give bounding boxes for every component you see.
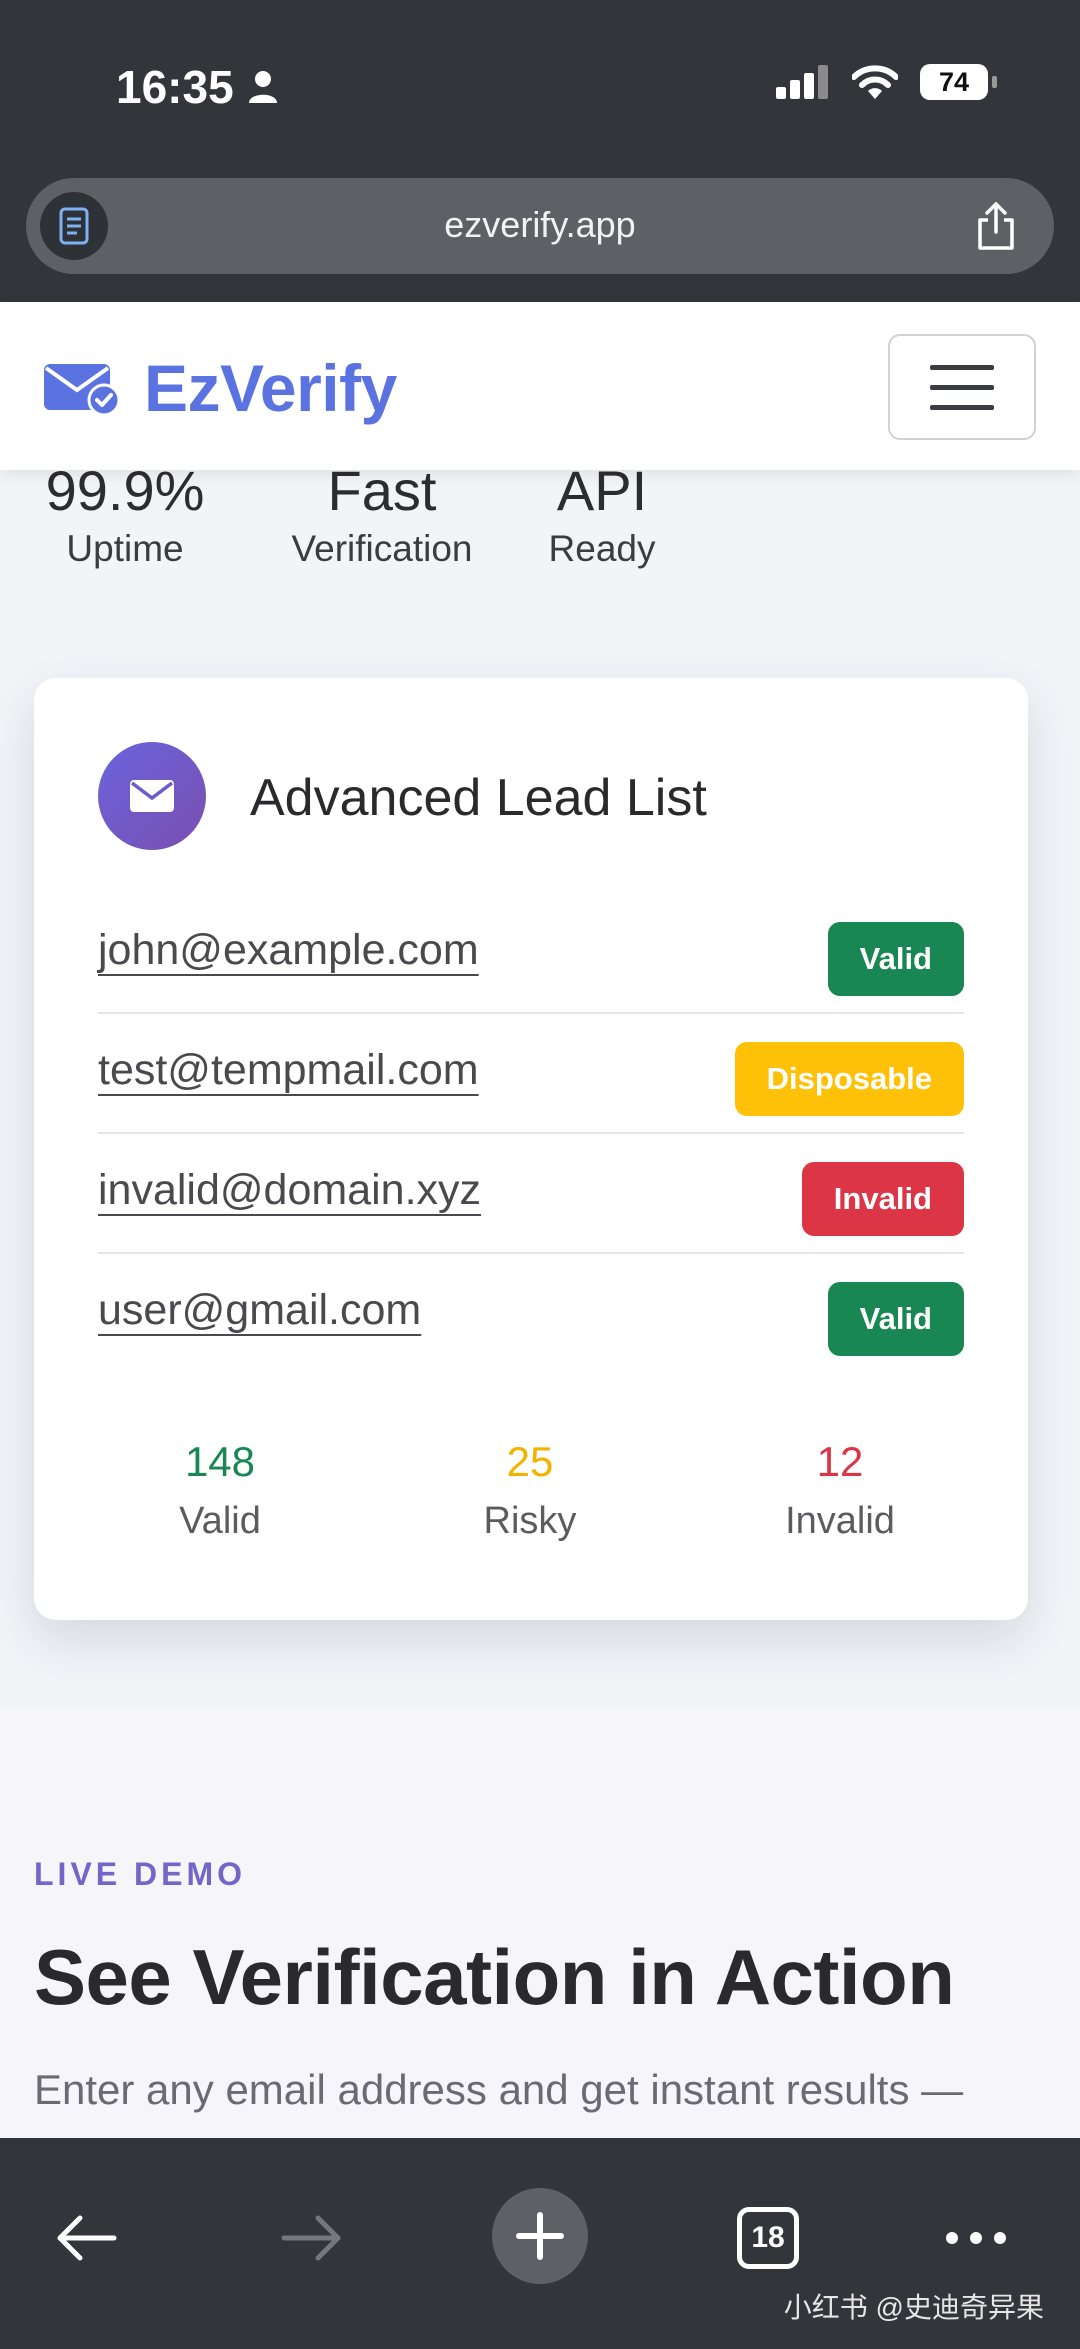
email-row: john@example.com Valid bbox=[98, 894, 964, 1014]
stat-uptime: 99.9% Uptime bbox=[30, 456, 220, 570]
new-tab-button[interactable] bbox=[492, 2188, 588, 2284]
share-button[interactable] bbox=[974, 200, 1018, 257]
status-badge-valid: Valid bbox=[827, 922, 964, 996]
stat-label: Ready bbox=[548, 528, 656, 569]
brand-name: EzVerify bbox=[144, 351, 397, 425]
browser-chrome: 16:35 74 ezverify.app bbox=[0, 0, 1080, 302]
menu-toggle-button[interactable] bbox=[888, 334, 1036, 440]
envelope-check-icon bbox=[44, 364, 121, 416]
browser-toolbar: 18 小红书 @史迪奇异果 bbox=[0, 2138, 1080, 2349]
live-demo-section: LIVE DEMO See Verification in Action Ent… bbox=[0, 1708, 1080, 2140]
brand-link[interactable]: EzVerify bbox=[42, 350, 397, 426]
email-row: invalid@domain.xyz Invalid bbox=[98, 1134, 964, 1254]
hamburger-line bbox=[930, 384, 994, 390]
stat-label: Uptime bbox=[66, 528, 184, 569]
lead-list-card: Advanced Lead List john@example.com Vali… bbox=[34, 678, 1028, 1620]
arrow-right-icon bbox=[281, 2215, 341, 2261]
more-options-button[interactable] bbox=[916, 2178, 1036, 2298]
tab-count-badge: 18 bbox=[737, 2207, 799, 2269]
email-row: user@gmail.com Valid bbox=[98, 1254, 964, 1374]
envelope-icon bbox=[130, 780, 174, 812]
summary-count: 12 bbox=[816, 1438, 864, 1485]
section-heading: See Verification in Action bbox=[34, 1933, 955, 2021]
url-text: ezverify.app bbox=[444, 204, 636, 245]
summary-label: Risky bbox=[483, 1500, 577, 1542]
status-badge-valid: Valid bbox=[827, 1282, 964, 1356]
status-time: 16:35 bbox=[116, 60, 278, 114]
summary-risky: 25 Risky bbox=[410, 1438, 650, 1543]
cellular-signal-icon bbox=[776, 65, 828, 99]
site-navbar: EzVerify bbox=[0, 302, 1080, 470]
status-badge-invalid: Invalid bbox=[801, 1162, 964, 1236]
email-link[interactable]: user@gmail.com bbox=[98, 1286, 421, 1335]
tabs-button[interactable]: 18 bbox=[708, 2178, 828, 2298]
back-button[interactable] bbox=[26, 2178, 146, 2298]
summary-valid: 148 Valid bbox=[100, 1438, 340, 1543]
stat-label: Verification bbox=[291, 528, 473, 569]
section-eyebrow: LIVE DEMO bbox=[34, 1856, 247, 1892]
stat-verification: Fast Verification bbox=[270, 456, 494, 570]
share-icon bbox=[978, 202, 1014, 250]
person-icon bbox=[248, 71, 277, 103]
wifi-icon bbox=[852, 65, 898, 99]
watermark: 小红书 @史迪奇异果 bbox=[783, 2292, 1044, 2323]
card-title: Advanced Lead List bbox=[250, 769, 707, 827]
arrow-left-icon bbox=[57, 2215, 117, 2261]
hamburger-line bbox=[930, 364, 994, 370]
section-subtext: Enter any email address and get instant … bbox=[34, 2066, 964, 2113]
email-link[interactable]: john@example.com bbox=[98, 926, 479, 975]
status-indicators: 74 bbox=[776, 64, 997, 100]
summary-count: 148 bbox=[184, 1438, 256, 1485]
email-row: test@tempmail.com Disposable bbox=[98, 1014, 964, 1134]
stat-api: API Ready bbox=[532, 456, 672, 570]
summary-label: Valid bbox=[179, 1500, 261, 1542]
ellipsis-icon bbox=[946, 2232, 1006, 2244]
summary-count: 25 bbox=[506, 1438, 554, 1485]
forward-button[interactable] bbox=[252, 2178, 372, 2298]
email-link[interactable]: invalid@domain.xyz bbox=[98, 1166, 481, 1215]
hamburger-line bbox=[930, 404, 994, 410]
battery-indicator: 74 bbox=[920, 64, 997, 100]
url-bar[interactable]: ezverify.app bbox=[26, 178, 1054, 274]
plus-icon bbox=[516, 2212, 564, 2260]
summary-invalid: 12 Invalid bbox=[720, 1438, 960, 1543]
status-badge-disposable: Disposable bbox=[734, 1042, 964, 1116]
summary-label: Invalid bbox=[785, 1500, 895, 1542]
card-avatar bbox=[98, 742, 206, 850]
email-link[interactable]: test@tempmail.com bbox=[98, 1046, 479, 1095]
